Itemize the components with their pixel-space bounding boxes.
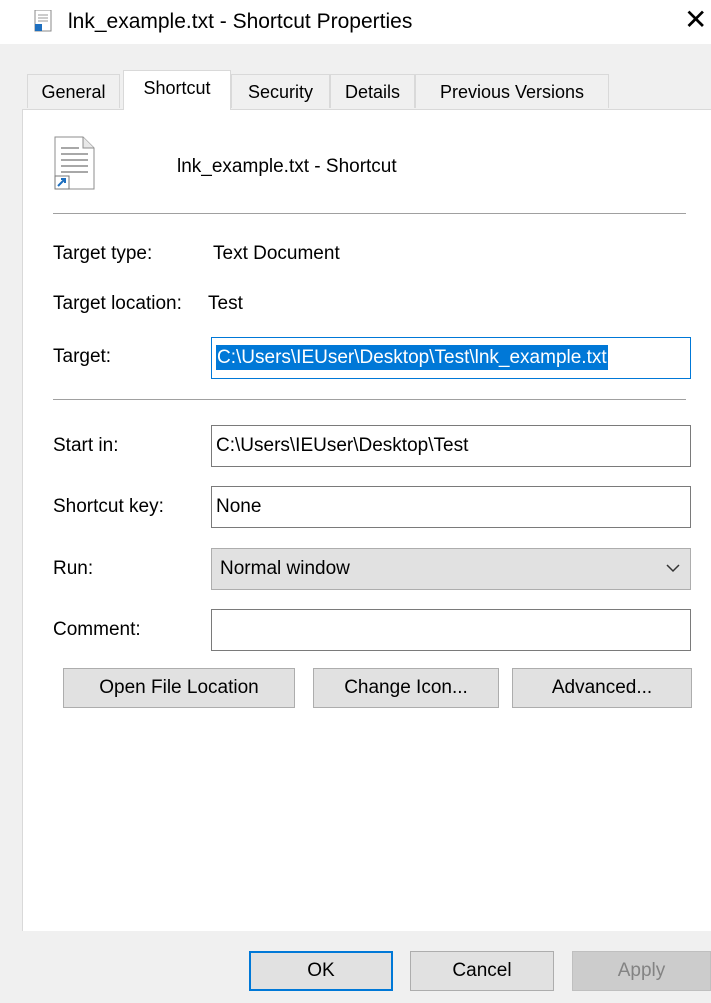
shortcut-key-field[interactable]: None <box>211 486 691 528</box>
ok-button[interactable]: OK <box>249 951 393 991</box>
window-title: lnk_example.txt - Shortcut Properties <box>68 10 413 33</box>
tab-strip: General Shortcut Security Details Previo… <box>27 70 711 110</box>
run-select[interactable]: Normal window <box>211 548 691 590</box>
text-document-icon <box>54 136 95 190</box>
run-selected-value: Normal window <box>220 558 350 579</box>
shortcut-key-label: Shortcut key: <box>53 496 164 517</box>
cancel-button[interactable]: Cancel <box>410 951 554 991</box>
separator <box>53 213 686 214</box>
title-bar: lnk_example.txt - Shortcut Properties ✕ <box>0 0 711 44</box>
close-icon[interactable]: ✕ <box>684 6 707 34</box>
tab-previous-versions[interactable]: Previous Versions <box>415 74 609 108</box>
run-label: Run: <box>53 558 94 579</box>
tab-shortcut[interactable]: Shortcut <box>123 70 231 110</box>
comment-field[interactable] <box>211 609 691 651</box>
tab-security[interactable]: Security <box>231 74 330 108</box>
shortcut-panel: lnk_example.txt - Shortcut Target type: … <box>22 109 711 931</box>
comment-label: Comment: <box>53 619 141 640</box>
start-in-field[interactable]: C:\Users\IEUser\Desktop\Test <box>211 425 691 467</box>
target-type-value: Text Document <box>213 243 340 264</box>
chevron-down-icon <box>666 564 680 573</box>
target-label: Target: <box>53 346 112 367</box>
shortcut-file-icon <box>34 10 52 32</box>
apply-button[interactable]: Apply <box>572 951 711 991</box>
advanced-button[interactable]: Advanced... <box>512 668 692 708</box>
separator <box>53 399 686 400</box>
target-location-label: Target location: <box>53 293 182 314</box>
tab-details[interactable]: Details <box>330 74 415 108</box>
target-location-value: Test <box>208 293 243 314</box>
change-icon-button[interactable]: Change Icon... <box>313 668 499 708</box>
shortcut-name: lnk_example.txt - Shortcut <box>177 156 397 177</box>
target-type-label: Target type: <box>53 243 153 264</box>
open-file-location-button[interactable]: Open File Location <box>63 668 295 708</box>
tab-general[interactable]: General <box>27 74 120 108</box>
target-field[interactable]: C:\Users\IEUser\Desktop\Test\lnk_example… <box>211 337 691 379</box>
start-in-label: Start in: <box>53 435 119 456</box>
target-value: C:\Users\IEUser\Desktop\Test\lnk_example… <box>216 345 608 370</box>
